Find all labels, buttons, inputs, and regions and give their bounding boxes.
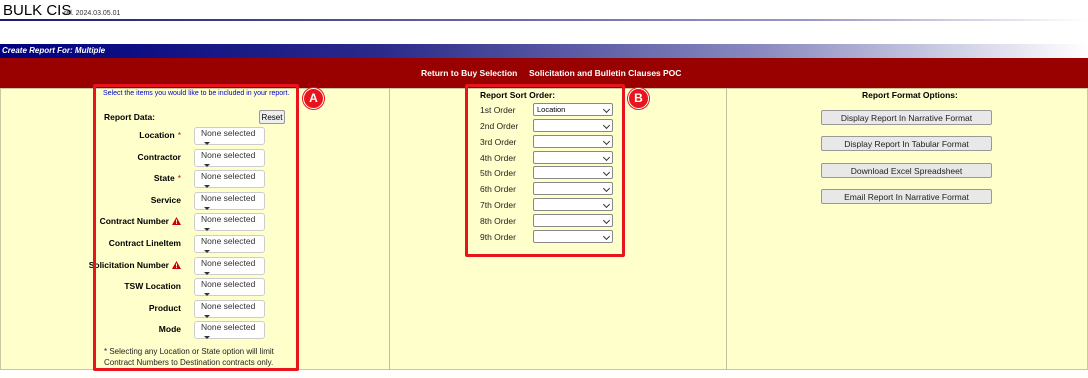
nav-link-solicitation-bulletin-clauses[interactable]: Solicitation and Bulletin Clauses [529,68,661,78]
header-rule [0,19,1088,21]
excel-download-button[interactable]: Download Excel Spreadsheet [821,163,992,178]
app-header: BULK CIS rel. 2024.03.05.01 [0,0,1088,22]
column-divider [389,88,390,370]
format-options-title: Report Format Options: [862,90,958,100]
callout-box-b [465,84,625,257]
callout-badge-a: A [303,88,324,109]
app-release: rel. 2024.03.05.01 [64,10,121,17]
callout-box-a [93,84,299,371]
column-divider [726,88,727,370]
callout-badge-b: B [628,88,649,109]
email-narrative-button[interactable]: Email Report In Narrative Format [821,189,992,204]
narrative-format-button[interactable]: Display Report In Narrative Format [821,110,992,125]
tabular-format-button[interactable]: Display Report In Tabular Format [821,136,992,151]
nav-link-poc[interactable]: POC [663,68,681,78]
title-bar-text: Create Report For: Multiple [2,46,106,55]
nav-link-return-to-buy-selection[interactable]: Return to Buy Selection [421,68,517,78]
app-title: BULK CIS [3,2,72,19]
title-bar: Create Report For: Multiple [0,44,1088,58]
